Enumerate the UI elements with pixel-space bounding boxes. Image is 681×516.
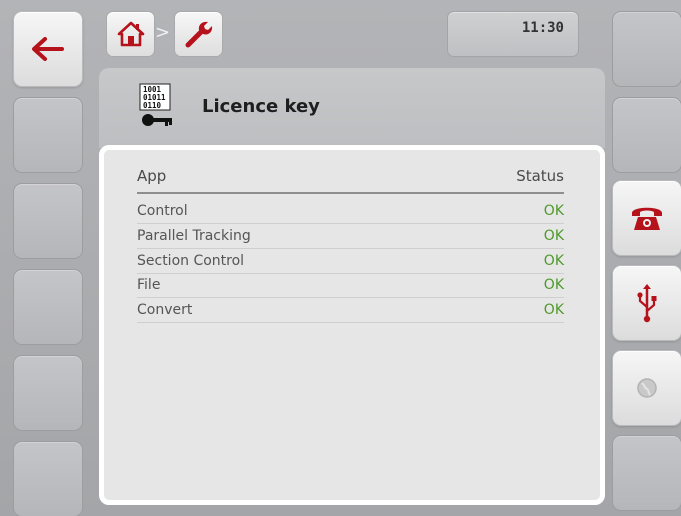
table-row[interactable]: Control OK [137, 199, 564, 224]
app-name: Section Control [137, 253, 245, 269]
usb-icon [636, 283, 658, 323]
globe-icon [635, 376, 659, 400]
softkey-left-5[interactable] [13, 355, 83, 431]
status-value: OK [543, 203, 564, 219]
phone-button[interactable] [612, 180, 681, 256]
settings-button[interactable] [174, 11, 223, 57]
breadcrumb-separator: > [155, 22, 171, 43]
column-header-status: Status [516, 167, 564, 185]
globe-button[interactable] [612, 350, 681, 426]
softkey-left-2[interactable] [13, 97, 83, 173]
app-name: Parallel Tracking [137, 228, 251, 244]
app-name: File [137, 277, 161, 293]
page-title: Licence key [202, 96, 320, 117]
licence-key-binary-icon: 1001 01011 0110 [138, 82, 178, 130]
arrow-left-icon [31, 37, 65, 61]
wrench-icon [184, 19, 214, 49]
softkey-left-3[interactable] [13, 183, 83, 259]
softkey-right-2[interactable] [612, 97, 681, 173]
app-name: Control [137, 203, 188, 219]
softkey-left-6[interactable] [13, 441, 83, 516]
status-value: OK [543, 277, 564, 293]
phone-icon [629, 203, 665, 233]
clock-display: 11:30 [447, 11, 579, 57]
table-row[interactable]: File OK [137, 273, 564, 298]
softkey-left-4[interactable] [13, 269, 83, 345]
status-value: OK [543, 253, 564, 269]
usb-button[interactable] [612, 265, 681, 341]
back-button[interactable] [13, 11, 83, 87]
column-header-app: App [137, 167, 167, 185]
table-header: App Status [137, 165, 564, 194]
table-row[interactable]: Section Control OK [137, 249, 564, 274]
svg-text:0110: 0110 [143, 101, 162, 110]
status-value: OK [543, 302, 564, 318]
softkey-right-1[interactable] [612, 11, 681, 87]
table-row[interactable]: Parallel Tracking OK [137, 224, 564, 249]
status-value: OK [543, 228, 564, 244]
table-row[interactable]: Convert OK [137, 298, 564, 323]
softkey-right-6[interactable] [612, 435, 681, 511]
home-button[interactable] [106, 11, 155, 57]
app-name: Convert [137, 302, 193, 318]
home-icon [117, 21, 145, 47]
